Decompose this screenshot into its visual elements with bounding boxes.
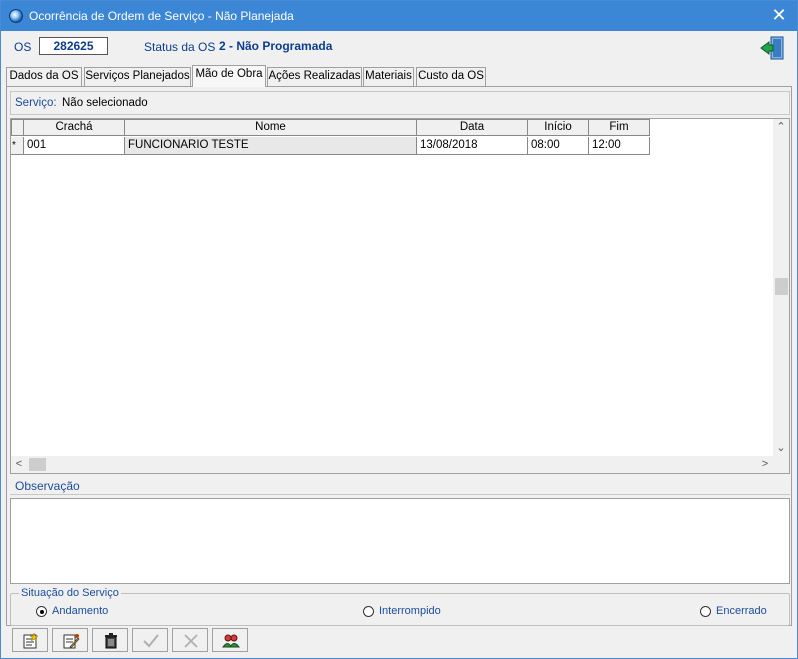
radio-label: Encerrado xyxy=(716,605,767,617)
scroll-left-icon[interactable]: < xyxy=(11,456,27,473)
horizontal-scroll-thumb[interactable] xyxy=(29,458,46,471)
new-button[interactable] xyxy=(12,628,48,652)
column-header-inicio[interactable]: Início xyxy=(527,119,589,136)
servico-value: Não selecionado xyxy=(62,97,148,109)
search-employees-button[interactable] xyxy=(212,628,248,652)
row-indicator[interactable]: * xyxy=(11,137,24,155)
cancel-button[interactable] xyxy=(172,628,208,652)
radio-label: Andamento xyxy=(52,605,109,617)
column-header-cracha[interactable]: Crachá xyxy=(23,119,125,136)
status-label: Status da OS xyxy=(144,40,216,54)
checkmark-icon xyxy=(143,634,159,648)
cancel-x-icon xyxy=(184,634,198,648)
confirm-button[interactable] xyxy=(132,628,168,652)
tab-label: Serviços Planejados xyxy=(85,70,190,82)
observacao-textarea[interactable] xyxy=(10,498,790,584)
tab-acoes-realizadas[interactable]: Ações Realizadas xyxy=(267,67,362,86)
cell-inicio[interactable]: 08:00 xyxy=(528,137,589,155)
trash-icon xyxy=(105,633,117,649)
tab-label: Dados da OS xyxy=(9,70,79,82)
app-logo-icon xyxy=(9,9,23,23)
horizontal-scrollbar[interactable]: < > xyxy=(11,456,773,473)
labor-grid[interactable]: Crachá Nome Data Início Fim * 001 FUNCIO… xyxy=(10,118,790,474)
main-window: Ocorrência de Ordem de Serviço - Não Pla… xyxy=(0,0,798,659)
cell-fim[interactable]: 12:00 xyxy=(589,137,650,155)
edit-record-icon xyxy=(63,634,80,649)
scroll-up-icon[interactable]: ⌃ xyxy=(773,119,789,135)
status-value: 2 - Não Programada xyxy=(219,39,333,53)
people-search-icon xyxy=(222,634,240,648)
tab-label: Materiais xyxy=(365,70,412,82)
situacao-legend: Situação do Serviço xyxy=(19,587,121,599)
exit-button[interactable] xyxy=(759,35,785,61)
column-header-fim[interactable]: Fim xyxy=(588,119,650,136)
os-header: OS 282625 Status da OS 2 - Não Programad… xyxy=(1,32,797,63)
mao-de-obra-panel: Serviço: Não selecionado Crachá Nome Dat… xyxy=(6,86,792,626)
tab-mao-de-obra[interactable]: Mão de Obra xyxy=(192,65,266,87)
column-header-data[interactable]: Data xyxy=(416,119,528,136)
observacao-label: Observação xyxy=(15,479,80,493)
title-bar[interactable]: Ocorrência de Ordem de Serviço - Não Pla… xyxy=(1,1,797,31)
observacao-divider xyxy=(10,494,790,495)
scroll-right-icon[interactable]: > xyxy=(757,456,773,473)
vertical-scrollbar[interactable]: ⌃ ⌄ xyxy=(773,119,789,456)
cell-nome[interactable]: FUNCIONARIO TESTE xyxy=(125,137,417,155)
new-record-icon xyxy=(23,632,39,649)
servico-label: Serviço: xyxy=(15,97,57,109)
close-button[interactable]: ✕ xyxy=(769,5,789,25)
scroll-down-icon[interactable]: ⌄ xyxy=(773,440,789,456)
tab-servicos-planejados[interactable]: Serviços Planejados xyxy=(84,67,191,86)
radio-selected-icon[interactable] xyxy=(36,606,47,617)
tab-dados-da-os[interactable]: Dados da OS xyxy=(6,67,82,86)
radio-unselected-icon[interactable] xyxy=(363,606,374,617)
situacao-group: Situação do Serviço Andamento Interrompi… xyxy=(10,587,790,626)
tab-label: Ações Realizadas xyxy=(268,70,361,82)
edit-button[interactable] xyxy=(52,628,88,652)
servico-selector[interactable]: Serviço: Não selecionado xyxy=(10,91,790,115)
cell-cracha[interactable]: 001 xyxy=(24,137,125,155)
os-number-field: 282625 xyxy=(39,37,108,55)
delete-button[interactable] xyxy=(92,628,128,652)
window-title: Ocorrência de Ordem de Serviço - Não Pla… xyxy=(29,9,294,23)
os-label: OS xyxy=(14,40,32,54)
radio-unselected-icon[interactable] xyxy=(700,606,711,617)
scrollbar-corner xyxy=(773,456,789,473)
vertical-scroll-thumb[interactable] xyxy=(775,278,788,295)
radio-label: Interrompido xyxy=(379,605,441,617)
tab-label: Custo da OS xyxy=(418,70,484,82)
tab-materiais[interactable]: Materiais xyxy=(363,67,414,86)
column-header-nome[interactable]: Nome xyxy=(124,119,417,136)
tab-custo-da-os[interactable]: Custo da OS xyxy=(416,67,486,86)
exit-door-icon xyxy=(760,36,784,60)
tab-label: Mão de Obra xyxy=(195,68,263,80)
cell-data[interactable]: 13/08/2018 xyxy=(417,137,528,155)
